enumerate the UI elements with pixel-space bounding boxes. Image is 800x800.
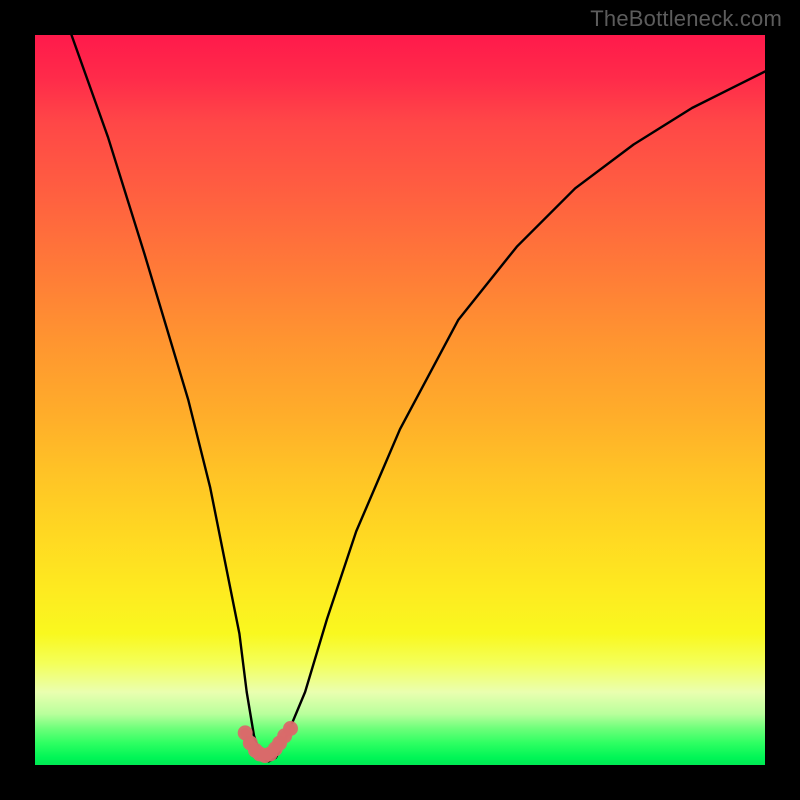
plot-area	[35, 35, 765, 765]
curve-line	[72, 35, 766, 761]
seam-markers	[238, 721, 298, 763]
chart-svg	[35, 35, 765, 765]
watermark-text: TheBottleneck.com	[590, 6, 782, 32]
chart-frame: TheBottleneck.com	[0, 0, 800, 800]
